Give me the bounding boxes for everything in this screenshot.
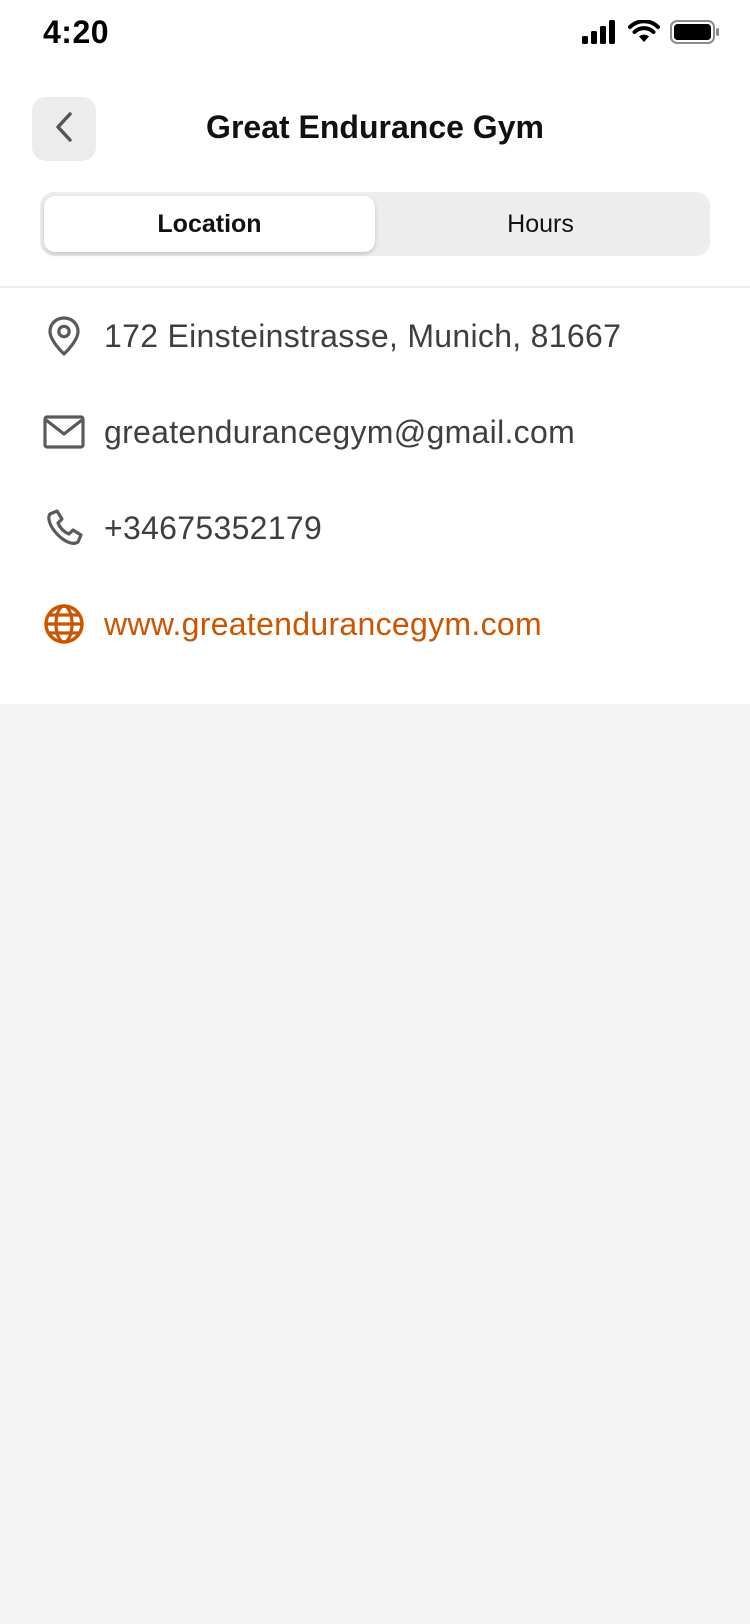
tab-location[interactable]: Location: [44, 196, 375, 252]
phone-text: +34675352179: [104, 509, 323, 546]
phone-row[interactable]: +34675352179: [0, 480, 750, 576]
header: Great Endurance Gym Location Hours: [0, 66, 750, 288]
globe-icon: [41, 601, 87, 647]
contact-list: 172 Einsteinstrasse, Munich, 81667 great…: [0, 288, 750, 704]
segmented-control: Location Hours: [40, 192, 710, 256]
status-bar: 4:20: [0, 0, 750, 66]
phone-icon: [41, 505, 87, 551]
address-text: 172 Einsteinstrasse, Munich, 81667: [104, 317, 622, 354]
cellular-signal-icon: [582, 20, 618, 49]
status-icons: [582, 19, 720, 49]
mail-icon: [41, 409, 87, 455]
website-row[interactable]: www.greatendurancegym.com: [0, 576, 750, 672]
address-row[interactable]: 172 Einsteinstrasse, Munich, 81667: [0, 288, 750, 384]
page-title: Great Endurance Gym: [206, 109, 544, 145]
email-row[interactable]: greatendurancegym@gmail.com: [0, 384, 750, 480]
tab-hours[interactable]: Hours: [375, 196, 706, 252]
status-time: 4:20: [43, 14, 110, 50]
website-link[interactable]: www.greatendurancegym.com: [104, 606, 542, 643]
battery-icon: [670, 20, 720, 49]
email-text: greatendurancegym@gmail.com: [104, 413, 576, 450]
wifi-icon: [628, 19, 660, 49]
location-pin-icon: [41, 313, 87, 359]
